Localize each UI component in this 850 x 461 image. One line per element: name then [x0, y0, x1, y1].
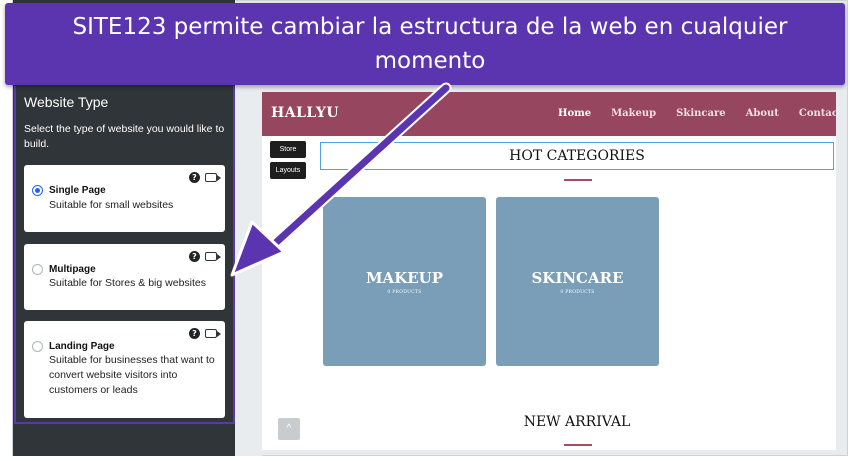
- option-description: Suitable for businesses that want to con…: [49, 354, 215, 396]
- layouts-button[interactable]: Layouts: [270, 162, 306, 179]
- nav-link-skincare[interactable]: Skincare: [676, 108, 725, 119]
- website-preview: HALLYU Home Makeup Skincare About Contac…: [262, 92, 836, 450]
- option-card-single-page[interactable]: ? Single Page Suitable for small website…: [24, 165, 225, 232]
- caption-banner: SITE123 permite cambiar la estructura de…: [5, 3, 845, 85]
- option-card-multipage[interactable]: ? Multipage Suitable for Stores & big we…: [24, 244, 225, 310]
- category-tile-makeup[interactable]: MAKEUP 0 PRODUCTS: [323, 197, 486, 366]
- help-icon[interactable]: ?: [189, 328, 200, 339]
- option-name: Multipage: [49, 264, 96, 275]
- category-count: 0 PRODUCTS: [387, 290, 422, 295]
- option-name: Single Page: [49, 185, 106, 196]
- category-count: 0 PRODUCTS: [560, 290, 595, 295]
- category-name: MAKEUP: [365, 269, 444, 287]
- site-header: HALLYU Home Makeup Skincare About Contac…: [262, 92, 836, 136]
- site-nav-links: Home Makeup Skincare About Contact: [558, 108, 836, 119]
- nav-link-about[interactable]: About: [746, 108, 779, 119]
- panel-title: Website Type: [24, 94, 109, 110]
- editor-gutter: [235, 86, 262, 456]
- caption-text: SITE123 permite cambiar la estructura de…: [72, 14, 788, 74]
- option-card-landing-page[interactable]: ? Landing Page Suitable for businesses t…: [24, 321, 225, 418]
- title-underline: [564, 179, 592, 181]
- nav-link-home[interactable]: Home: [558, 108, 591, 119]
- help-icon[interactable]: ?: [189, 251, 200, 262]
- section-title: HOT CATEGORIES: [509, 148, 645, 164]
- landing-page-radio[interactable]: [32, 341, 43, 352]
- title-underline: [564, 444, 592, 446]
- new-arrival-title: NEW ARRIVAL: [523, 414, 631, 430]
- single-page-radio[interactable]: [32, 185, 43, 196]
- option-name: Landing Page: [49, 341, 115, 352]
- screenshot: Website Type Select the type of website …: [0, 0, 850, 461]
- option-description: Suitable for small websites: [49, 199, 174, 211]
- video-icon[interactable]: [205, 329, 221, 338]
- nav-link-makeup[interactable]: Makeup: [611, 108, 656, 119]
- nav-link-contact[interactable]: Contact: [799, 108, 836, 119]
- help-icon[interactable]: ?: [189, 172, 200, 183]
- category-tile-skincare[interactable]: SKINCARE 0 PRODUCTS: [496, 197, 659, 366]
- multipage-radio[interactable]: [32, 264, 43, 275]
- option-description: Suitable for Stores & big websites: [49, 277, 206, 289]
- site-logo[interactable]: HALLYU: [271, 105, 339, 121]
- panel-description: Select the type of website you would lik…: [24, 123, 225, 150]
- category-name: SKINCARE: [531, 269, 624, 287]
- video-icon[interactable]: [205, 173, 221, 182]
- video-icon[interactable]: [205, 252, 221, 261]
